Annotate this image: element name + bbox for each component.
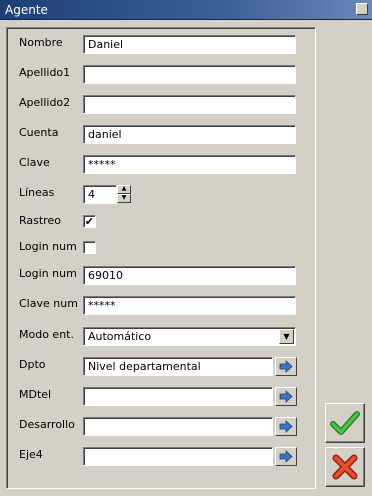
rastreo-checkbox[interactable]: ✔ <box>83 215 96 228</box>
window-title: Agente <box>5 3 48 17</box>
rastreo-label: Rastreo <box>19 214 61 227</box>
apellido2-field[interactable] <box>83 95 296 114</box>
dpto-field[interactable]: Nivel departamental <box>83 357 273 376</box>
eje4-label: Eje4 <box>19 448 43 461</box>
row-clave-num: Clave num ***** <box>0 294 372 316</box>
row-dpto: Dpto Nivel departamental <box>0 355 372 377</box>
lineas-label: Líneas <box>19 186 55 199</box>
clave-password-field[interactable]: ***** <box>83 155 296 174</box>
triangle-up-icon[interactable]: ▲ <box>117 185 131 194</box>
desarrollo-label: Desarrollo <box>19 418 75 431</box>
mdtel-field[interactable] <box>83 387 273 406</box>
desarrollo-field[interactable] <box>83 417 273 436</box>
row-clave: Clave ***** <box>0 153 372 175</box>
dpto-go-button[interactable] <box>275 357 297 376</box>
desarrollo-go-button[interactable] <box>275 417 297 436</box>
row-modo-ent: Modo ent. Automático ▼ <box>0 325 372 347</box>
eje4-field[interactable] <box>83 447 273 466</box>
apellido1-label: Apellido1 <box>19 66 71 79</box>
arrow-right-icon <box>279 450 293 463</box>
row-rastreo: Rastreo ✔ <box>0 211 372 233</box>
triangle-down-icon[interactable]: ▼ <box>117 194 131 203</box>
clave-label: Clave <box>19 156 50 169</box>
row-apellido2: Apellido2 <box>0 93 372 115</box>
row-eje4: Eje4 <box>0 445 372 467</box>
clave-num-label: Clave num <box>19 297 78 310</box>
row-desarrollo: Desarrollo <box>0 415 372 437</box>
login-num-checkbox[interactable] <box>83 241 96 254</box>
cancel-button[interactable] <box>325 447 365 487</box>
eje4-go-button[interactable] <box>275 447 297 466</box>
login-num-field[interactable]: 69010 <box>83 266 296 285</box>
chevron-down-icon[interactable]: ▼ <box>279 329 294 344</box>
row-nombre: Nombre Daniel <box>0 33 372 55</box>
row-cuenta: Cuenta daniel <box>0 123 372 145</box>
window-close-button[interactable] <box>356 3 368 15</box>
title-bar[interactable]: Agente <box>0 0 372 20</box>
apellido1-field[interactable] <box>83 65 296 84</box>
cuenta-field[interactable]: daniel <box>83 125 296 144</box>
arrow-right-icon <box>279 390 293 403</box>
nombre-field[interactable]: Daniel <box>83 35 296 54</box>
modo-ent-select[interactable]: Automático <box>83 327 296 346</box>
arrow-right-icon <box>279 360 293 373</box>
row-mdtel: MDtel <box>0 385 372 407</box>
lineas-spinner: ▲ ▼ <box>117 185 131 204</box>
clave-num-password-field[interactable]: ***** <box>83 296 296 315</box>
row-apellido1: Apellido1 <box>0 63 372 85</box>
mdtel-go-button[interactable] <box>275 387 297 406</box>
login-num-label: Login num <box>19 267 77 280</box>
red-x-icon <box>332 454 358 480</box>
login-num-check-label: Login num <box>19 240 77 253</box>
lineas-spinner-input[interactable]: 4 <box>83 185 117 204</box>
green-check-icon <box>330 411 360 435</box>
row-login-num-check: Login num <box>0 237 372 259</box>
row-lineas: Líneas 4 ▲ ▼ <box>0 183 372 205</box>
mdtel-label: MDtel <box>19 388 52 401</box>
ok-button[interactable] <box>325 403 365 443</box>
apellido2-label: Apellido2 <box>19 96 71 109</box>
cuenta-label: Cuenta <box>19 126 59 139</box>
dpto-label: Dpto <box>19 358 46 371</box>
nombre-label: Nombre <box>19 36 63 49</box>
row-login-num: Login num 69010 <box>0 264 372 286</box>
arrow-right-icon <box>279 420 293 433</box>
modo-ent-label: Modo ent. <box>19 328 74 341</box>
